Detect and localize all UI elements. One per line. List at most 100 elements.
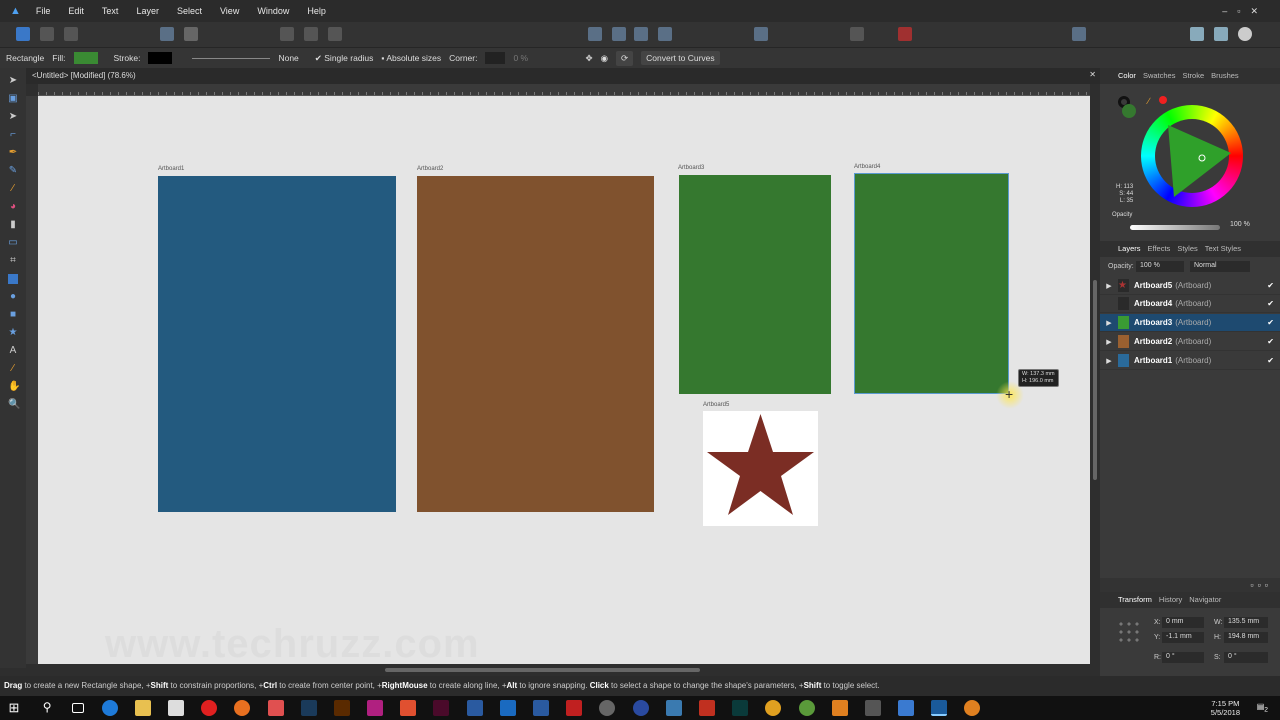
zoom-tool-icon[interactable]: 🔍 [8,400,20,410]
brush-tool-icon[interactable]: ∕ [8,184,18,194]
indesign-icon[interactable] [433,700,450,716]
arrange-icon[interactable] [1190,27,1204,41]
blend-mode-dropdown[interactable]: Normal [1190,261,1250,272]
swap-icon[interactable]: ⟳ [616,50,634,66]
window-controls[interactable]: –▫✕ [1222,6,1280,17]
transparency-tool-icon[interactable]: ▮ [8,220,18,230]
app-icon[interactable] [831,700,848,716]
pixel-persona-icon[interactable] [40,27,54,41]
illustrator-icon[interactable] [333,700,350,716]
recent-color-swatch[interactable] [1159,96,1167,104]
opacity-slider[interactable] [1130,225,1220,230]
edge-icon[interactable] [101,700,118,716]
system-tray[interactable]: 7:15 PM 5/5/2018 [1211,699,1240,717]
corner-tool-icon[interactable]: ⌐ [8,130,18,140]
help-icon[interactable] [1238,27,1252,41]
visibility-checkbox[interactable]: ✔ [1267,281,1274,290]
view-icon[interactable]: ◉ [601,53,608,64]
preferences-icon[interactable] [184,27,198,41]
document-setup-icon[interactable] [160,27,174,41]
anchor-grid[interactable] [1117,620,1141,644]
app-icon[interactable] [964,700,981,716]
designer-persona-icon[interactable] [16,27,30,41]
artboard3[interactable] [679,175,831,394]
layer-row[interactable]: Artboard4 (Artboard) ✔ [1100,295,1280,313]
hand-tool-icon[interactable]: ✋ [8,382,20,392]
place-image-icon[interactable]: ▭ [8,238,18,248]
export-persona-icon[interactable] [64,27,78,41]
artboard4[interactable] [854,173,1009,394]
artboard-tool-icon[interactable]: ▣ [8,94,18,104]
app-icon[interactable] [267,700,284,716]
layer-row-selected[interactable]: ▶ Artboard3 (Artboard) ✔ [1100,314,1280,332]
start-icon[interactable]: ⊞ [6,700,22,716]
document-tab[interactable]: <Untitled> [Modified] (78.6%) ✕ [26,68,1100,84]
expand-icon[interactable]: ▶ [1100,282,1118,290]
w-field[interactable]: 135.5 mm [1224,617,1268,628]
layer-opacity-field[interactable]: 100 % [1136,261,1184,272]
rotation-field[interactable]: 0 ° [1162,652,1204,663]
tab-brushes[interactable]: Brushes [1211,71,1239,84]
artboard1[interactable] [158,176,396,512]
tab-effects[interactable]: Effects [1148,244,1171,257]
menu-edit[interactable]: Edit [59,6,93,16]
stroke-swatch[interactable] [148,52,173,64]
pencil-tool-icon[interactable]: ✎ [8,166,18,176]
store-icon[interactable] [167,700,184,716]
canvas[interactable]: Artboard1 Artboard2 Artboard3 Artboard4 … [38,96,1090,664]
selection-box-icon[interactable] [304,27,318,41]
app-icon[interactable] [367,700,384,716]
visibility-checkbox[interactable]: ✔ [1267,299,1274,308]
task-view-icon[interactable] [72,703,85,713]
fill-tool-icon[interactable]: ◕ [8,202,18,212]
layer-row[interactable]: ▶ Artboard1 (Artboard) ✔ [1100,352,1280,370]
align-icon[interactable] [754,27,768,41]
single-radius-checkbox[interactable]: ✔ Single radius [315,53,374,64]
filezilla-icon[interactable] [566,700,583,716]
menu-layer[interactable]: Layer [127,6,168,16]
h-field[interactable]: 194.8 mm [1224,632,1268,643]
flip-horizontal-icon[interactable] [588,27,602,41]
chrome-icon[interactable] [765,700,782,716]
visibility-checkbox[interactable]: ✔ [1267,356,1274,365]
color-picker-icon[interactable]: ∕ [8,364,18,374]
star-shape[interactable] [703,411,818,526]
y-field[interactable]: -1.1 mm [1162,632,1204,643]
rotate-left-icon[interactable] [634,27,648,41]
expand-icon[interactable]: ▶ [1100,357,1118,365]
menu-window[interactable]: Window [248,6,298,16]
x-field[interactable]: 0 mm [1162,617,1204,628]
menu-view[interactable]: View [211,6,248,16]
opacity-value[interactable]: 100 % [1230,221,1250,228]
expand-icon[interactable]: ▶ [1100,338,1118,346]
menu-help[interactable]: Help [298,6,335,16]
app-icon[interactable] [665,700,682,716]
snapping-magnet-icon[interactable] [898,27,912,41]
rectangle-tool-icon[interactable] [8,274,18,284]
menu-text[interactable]: Text [93,6,128,16]
absolute-sizes-checkbox[interactable]: ▪ Absolute sizes [381,53,441,63]
fill-color-well[interactable] [1122,104,1136,118]
visibility-checkbox[interactable]: ✔ [1267,318,1274,327]
snapping-icon[interactable] [280,27,294,41]
artboard5[interactable] [703,411,818,526]
tab-navigator[interactable]: Navigator [1189,595,1221,608]
snapping-grid-icon[interactable] [850,27,864,41]
visio-icon[interactable] [466,700,483,716]
app-icon[interactable] [400,700,417,716]
vertical-scroll-thumb[interactable] [1093,280,1097,480]
tab-transform[interactable]: Transform [1118,595,1152,608]
corner-type-dropdown[interactable] [485,52,506,64]
rounded-rect-tool-icon[interactable]: ■ [8,310,18,320]
convert-to-curves-button[interactable]: Convert to Curves [641,51,720,65]
layer-row[interactable]: ▶ ★ Artboard5 (Artboard) ✔ [1100,277,1280,295]
flip-vertical-icon[interactable] [612,27,626,41]
opera-icon[interactable] [201,700,218,716]
tab-stroke[interactable]: Stroke [1182,71,1204,84]
horizontal-scroll-thumb[interactable] [385,668,700,672]
tab-swatches[interactable]: Swatches [1143,71,1176,84]
affinity-designer-icon[interactable] [931,700,948,716]
tab-text-styles[interactable]: Text Styles [1205,244,1241,257]
notifications-icon[interactable]: ▤2 [1257,702,1268,714]
fill-swatch[interactable] [73,52,98,64]
